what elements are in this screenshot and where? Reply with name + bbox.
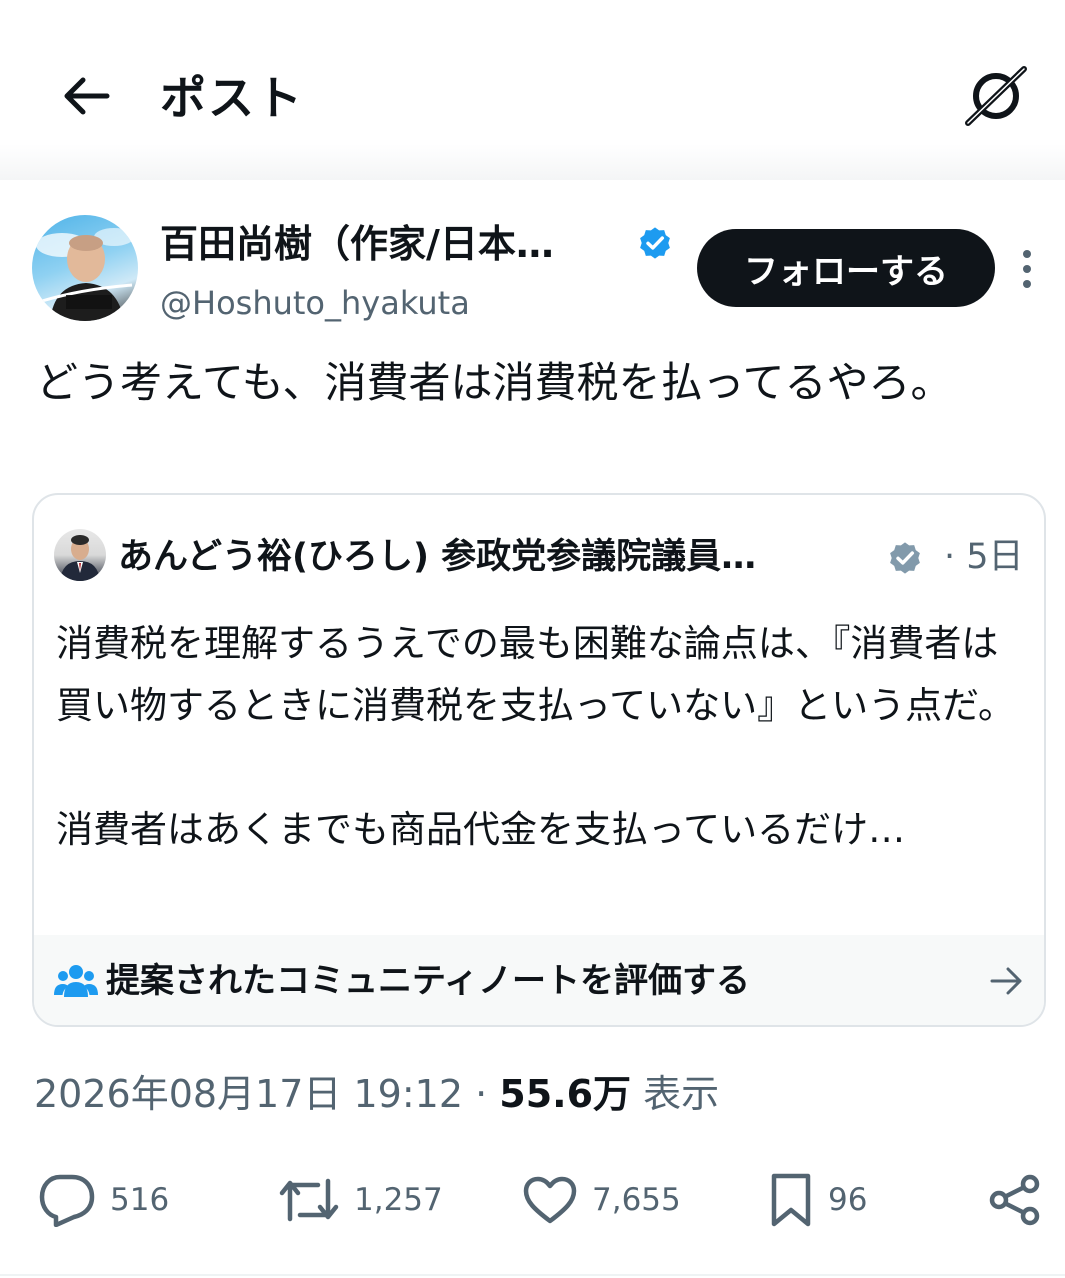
share-icon: [989, 1174, 1040, 1226]
arrow-right-icon: [990, 967, 1022, 995]
more-vertical-icon: [1023, 250, 1031, 288]
author-avatar[interactable]: [32, 215, 138, 321]
author-handle[interactable]: @Hoshuto_hyakuta: [160, 280, 470, 326]
quoted-post-text: 消費税を理解するうえでの最も困難な論点は、『消費者は買い物するときに消費税を支払…: [56, 613, 1026, 861]
quoted-author-avatar-image: [60, 535, 100, 581]
views-count[interactable]: 55.6万: [499, 1072, 631, 1116]
bookmark-icon: [771, 1173, 811, 1227]
repost-button[interactable]: 1,257: [278, 1160, 443, 1240]
post-meta: 2026年08月17日 19:12 · 55.6万 表示: [34, 1066, 719, 1122]
author-name[interactable]: 百田尚樹（作家/日本…: [160, 218, 554, 270]
grok-button[interactable]: [962, 64, 1030, 128]
views-label: 表示: [643, 1072, 720, 1116]
quoted-author-avatar[interactable]: [54, 529, 106, 581]
government-verified-badge-icon: [890, 542, 920, 574]
more-options-button[interactable]: [1012, 246, 1042, 292]
arrow-left-icon: [64, 77, 110, 115]
divider: [0, 1274, 1065, 1276]
grok-icon: [965, 66, 1027, 126]
bookmark-count: 96: [828, 1182, 868, 1218]
repost-count: 1,257: [354, 1182, 443, 1218]
top-header: ポスト: [0, 0, 1065, 180]
quoted-author-name[interactable]: あんどう裕(ひろし) 参政党参議院議員…: [118, 533, 756, 581]
post-text: どう考えても、消費者は消費税を払ってるやろ。: [36, 358, 953, 407]
share-button[interactable]: [988, 1160, 1042, 1240]
post-timestamp[interactable]: 2026年08月17日 19:12: [34, 1072, 463, 1116]
community-note-label: 提案されたコミュニティノートを評価する: [106, 961, 750, 1001]
community-people-icon: [54, 965, 98, 997]
reply-button[interactable]: 516: [38, 1160, 169, 1240]
reply-icon: [39, 1174, 95, 1227]
author-avatar-image: [36, 228, 134, 321]
community-note-prompt[interactable]: 提案されたコミュニティノートを評価する: [34, 935, 1044, 1025]
heart-icon: [523, 1176, 577, 1224]
reply-count: 516: [110, 1182, 170, 1218]
bookmark-button[interactable]: 96: [768, 1160, 867, 1240]
like-count: 7,655: [592, 1182, 681, 1218]
follow-button[interactable]: フォローする: [697, 229, 995, 307]
meta-separator: ·: [475, 1072, 488, 1116]
verified-badge-icon: [640, 227, 670, 259]
quoted-paragraph-2: 消費者はあくまでも商品代金を支払っているだけ…: [56, 808, 906, 851]
action-bar: 516 1,257 7,655 96: [0, 1160, 1065, 1240]
quoted-post-card[interactable]: あんどう裕(ひろし) 参政党参議院議員… · 5日 消費税を理解するうえでの最も…: [32, 493, 1046, 1027]
repost-icon: [279, 1178, 339, 1222]
quoted-paragraph-1: 消費税を理解するうえでの最も困難な論点は、『消費者は買い物するときに消費税を支払…: [56, 622, 1016, 727]
page-title: ポスト: [160, 71, 304, 125]
quoted-post-time: · 5日: [944, 537, 1024, 577]
back-button[interactable]: [56, 68, 116, 124]
like-button[interactable]: 7,655: [522, 1160, 681, 1240]
